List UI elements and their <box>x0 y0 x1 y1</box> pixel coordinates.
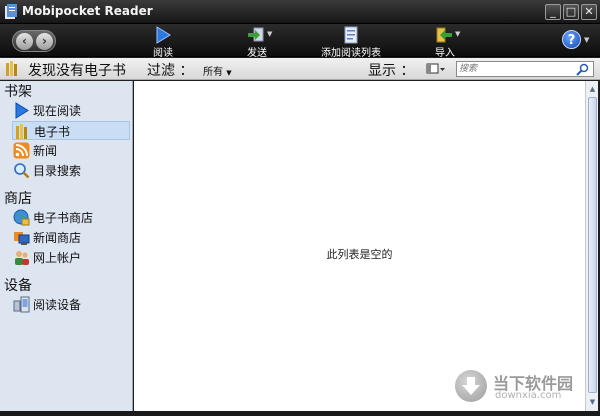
help-dropdown-icon[interactable]: ▼ <box>584 36 589 44</box>
send-icon <box>248 27 264 42</box>
sidebar-item-ebooks[interactable]: 电子书 <box>12 121 130 140</box>
import-dropdown-icon: ▼ <box>455 30 461 38</box>
sidebar-item-now-reading[interactable]: 现在阅读 <box>12 101 132 120</box>
import-icon <box>436 27 452 43</box>
search-field[interactable] <box>456 61 594 77</box>
reading-list-icon <box>344 26 358 44</box>
sidebar-item-ebook-store[interactable]: 电子书商店 <box>12 208 132 227</box>
news-store-icon <box>14 232 30 245</box>
back-button[interactable]: ‹ <box>16 33 33 50</box>
view-mode-dropdown[interactable] <box>426 62 446 76</box>
filter-label: 过滤 ： <box>147 63 194 79</box>
back-arrow-icon: ‹ <box>22 34 27 48</box>
add-to-reading-list-label: 添加阅读列表 <box>321 48 381 59</box>
import-label: 导入 <box>435 48 455 59</box>
play-icon <box>156 26 171 44</box>
sidebar-item-label: 现在阅读 <box>33 104 82 118</box>
toolbar: ‹ › 阅读 ▼ 发送 添加阅读列表 ▼ 导入 ? ▼ <box>0 24 600 59</box>
filter-dropdown[interactable]: 所有 ▼ <box>203 63 232 78</box>
sidebar-item-reading-device[interactable]: 阅读设备 <box>12 295 132 314</box>
display-label: 显示 ： <box>368 63 415 79</box>
window-frame-bottom <box>0 411 600 416</box>
sidebar-item-label: 网上帐户 <box>33 251 82 265</box>
sidebar-item-label: 目录搜索 <box>33 164 82 178</box>
watermark: 当下软件园 downxia.com <box>455 368 590 406</box>
books-icon <box>16 124 27 139</box>
device-icon <box>13 296 30 313</box>
globe-store-icon <box>13 209 30 226</box>
section-title-bookshelf: 书架 <box>4 84 32 100</box>
play-icon <box>15 102 29 119</box>
magnifier-icon <box>14 163 30 179</box>
filter-bar: 发现没有电子书 过滤 ： 所有 ▼ 显示 ： <box>0 58 600 80</box>
sidebar-item-label: 电子书商店 <box>33 211 94 225</box>
help-button[interactable]: ? <box>562 30 581 49</box>
read-label: 阅读 <box>153 48 173 59</box>
scroll-thumb[interactable] <box>588 97 597 393</box>
navigation-group: ‹ › <box>12 30 56 52</box>
sidebar-item-news[interactable]: 新闻 <box>12 141 132 160</box>
book-list-area[interactable]: 此列表是空的 <box>134 81 585 411</box>
sidebar-item-label: 新闻 <box>33 144 58 158</box>
vertical-scrollbar[interactable]: ▲ ▼ <box>585 81 598 411</box>
collection-status: 发现没有电子书 <box>28 63 126 79</box>
chevron-down-icon: ▼ <box>226 69 232 77</box>
sidebar-item-catalog-search[interactable]: 目录搜索 <box>12 161 132 180</box>
watermark-url: downxia.com <box>495 390 562 401</box>
send-label: 发送 <box>247 48 267 59</box>
books-icon <box>6 61 17 76</box>
rss-icon <box>13 142 30 159</box>
forward-button[interactable]: › <box>36 33 53 50</box>
section-title-devices: 设备 <box>4 278 32 294</box>
send-dropdown-icon: ▼ <box>267 30 273 38</box>
sidebar: 书架 现在阅读 电子书 新闻 目录搜索 商店 电子书商店 新闻商店 网上帐户 设… <box>0 81 133 411</box>
sidebar-item-online-account[interactable]: 网上帐户 <box>12 248 132 267</box>
sidebar-item-label: 新闻商店 <box>33 231 82 245</box>
empty-list-message: 此列表是空的 <box>326 248 393 261</box>
search-icon[interactable] <box>576 63 590 76</box>
maximize-button[interactable]: □ <box>563 4 579 20</box>
title-bar: Mobipocket Reader _ □ ✕ <box>0 0 600 24</box>
filter-value: 所有 <box>203 67 223 78</box>
sidebar-item-label: 电子书 <box>34 125 71 139</box>
scroll-up-icon[interactable]: ▲ <box>587 83 598 95</box>
minimize-button[interactable]: _ <box>545 4 561 20</box>
window-title: Mobipocket Reader <box>22 4 153 18</box>
download-arrow-icon <box>455 370 487 402</box>
section-title-store: 商店 <box>4 191 32 207</box>
search-input[interactable] <box>459 62 569 76</box>
forward-arrow-icon: › <box>42 34 47 48</box>
sidebar-item-label: 阅读设备 <box>33 298 82 312</box>
close-button[interactable]: ✕ <box>581 4 597 20</box>
sidebar-item-news-store[interactable]: 新闻商店 <box>12 228 132 247</box>
account-icon <box>15 251 29 265</box>
app-logo-icon <box>5 4 17 19</box>
